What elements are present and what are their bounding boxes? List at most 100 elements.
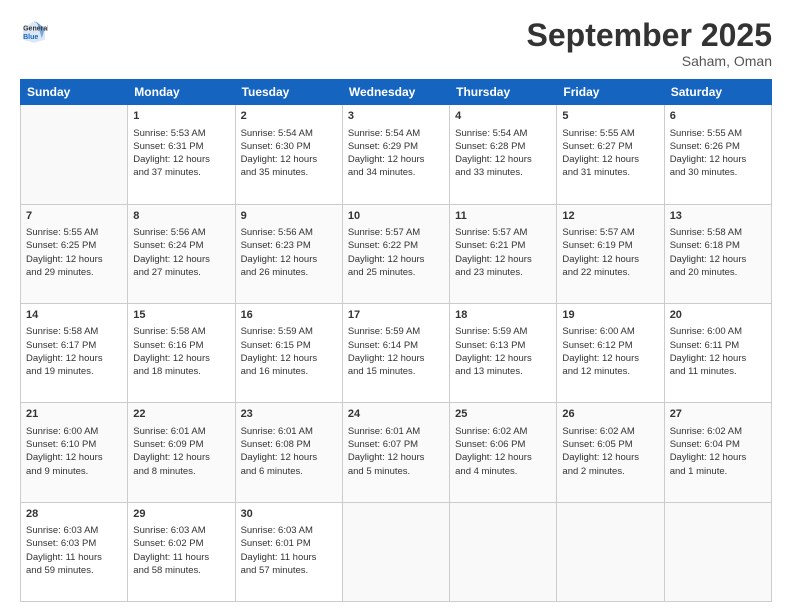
day-info: and 22 minutes. — [562, 266, 658, 279]
day-info: Sunset: 6:30 PM — [241, 140, 337, 153]
calendar-cell: 23Sunrise: 6:01 AMSunset: 6:08 PMDayligh… — [235, 403, 342, 502]
calendar-cell: 30Sunrise: 6:03 AMSunset: 6:01 PMDayligh… — [235, 502, 342, 601]
day-info: and 30 minutes. — [670, 166, 766, 179]
day-number: 20 — [670, 308, 766, 323]
day-info: Sunrise: 6:02 AM — [562, 425, 658, 438]
day-info: Daylight: 12 hours — [241, 153, 337, 166]
day-number: 19 — [562, 308, 658, 323]
day-info: Sunrise: 6:00 AM — [26, 425, 122, 438]
day-info: Daylight: 12 hours — [241, 451, 337, 464]
month-title: September 2025 — [527, 18, 772, 53]
day-number: 10 — [348, 209, 444, 224]
day-info: Sunrise: 5:59 AM — [348, 325, 444, 338]
day-info: and 1 minute. — [670, 465, 766, 478]
day-info: Daylight: 12 hours — [670, 451, 766, 464]
day-number: 23 — [241, 407, 337, 422]
day-number: 13 — [670, 209, 766, 224]
day-number: 9 — [241, 209, 337, 224]
day-info: Daylight: 12 hours — [241, 253, 337, 266]
day-info: Sunrise: 5:53 AM — [133, 127, 229, 140]
day-info: Sunset: 6:06 PM — [455, 438, 551, 451]
day-info: Sunset: 6:22 PM — [348, 239, 444, 252]
col-friday: Friday — [557, 80, 664, 105]
calendar-cell: 28Sunrise: 6:03 AMSunset: 6:03 PMDayligh… — [21, 502, 128, 601]
calendar-week-4: 21Sunrise: 6:00 AMSunset: 6:10 PMDayligh… — [21, 403, 772, 502]
day-info: and 35 minutes. — [241, 166, 337, 179]
day-info: and 2 minutes. — [562, 465, 658, 478]
calendar-cell: 29Sunrise: 6:03 AMSunset: 6:02 PMDayligh… — [128, 502, 235, 601]
day-info: Sunrise: 6:03 AM — [26, 524, 122, 537]
day-info: Sunset: 6:05 PM — [562, 438, 658, 451]
calendar-cell: 1Sunrise: 5:53 AMSunset: 6:31 PMDaylight… — [128, 105, 235, 204]
day-info: and 12 minutes. — [562, 365, 658, 378]
day-info: Daylight: 12 hours — [562, 253, 658, 266]
day-info: Daylight: 12 hours — [562, 153, 658, 166]
day-info: and 27 minutes. — [133, 266, 229, 279]
day-info: Daylight: 12 hours — [133, 153, 229, 166]
calendar-cell: 7Sunrise: 5:55 AMSunset: 6:25 PMDaylight… — [21, 204, 128, 303]
day-info: Sunrise: 5:57 AM — [455, 226, 551, 239]
calendar-cell: 4Sunrise: 5:54 AMSunset: 6:28 PMDaylight… — [450, 105, 557, 204]
day-number: 29 — [133, 507, 229, 522]
calendar-cell — [450, 502, 557, 601]
day-info: and 4 minutes. — [455, 465, 551, 478]
col-tuesday: Tuesday — [235, 80, 342, 105]
day-info: Daylight: 12 hours — [562, 451, 658, 464]
day-info: Daylight: 12 hours — [455, 153, 551, 166]
day-info: Daylight: 12 hours — [670, 153, 766, 166]
day-info: Daylight: 12 hours — [348, 352, 444, 365]
day-info: Sunset: 6:27 PM — [562, 140, 658, 153]
day-info: Sunset: 6:10 PM — [26, 438, 122, 451]
logo-icon: General Blue — [20, 18, 48, 46]
calendar-cell: 13Sunrise: 5:58 AMSunset: 6:18 PMDayligh… — [664, 204, 771, 303]
day-info: and 26 minutes. — [241, 266, 337, 279]
day-info: Sunrise: 6:01 AM — [241, 425, 337, 438]
day-info: Daylight: 12 hours — [562, 352, 658, 365]
day-info: and 57 minutes. — [241, 564, 337, 577]
day-info: Sunset: 6:31 PM — [133, 140, 229, 153]
day-info: Sunset: 6:01 PM — [241, 537, 337, 550]
day-info: Sunset: 6:03 PM — [26, 537, 122, 550]
day-info: Sunset: 6:29 PM — [348, 140, 444, 153]
calendar-week-1: 1Sunrise: 5:53 AMSunset: 6:31 PMDaylight… — [21, 105, 772, 204]
day-info: Daylight: 12 hours — [26, 352, 122, 365]
day-info: Sunrise: 6:02 AM — [455, 425, 551, 438]
day-info: Sunrise: 5:55 AM — [26, 226, 122, 239]
day-info: Sunrise: 6:03 AM — [241, 524, 337, 537]
header: General Blue September 2025 Saham, Oman — [20, 18, 772, 69]
day-info: Daylight: 12 hours — [670, 352, 766, 365]
day-number: 26 — [562, 407, 658, 422]
day-info: and 8 minutes. — [133, 465, 229, 478]
day-number: 30 — [241, 507, 337, 522]
calendar-cell: 22Sunrise: 6:01 AMSunset: 6:09 PMDayligh… — [128, 403, 235, 502]
day-info: Daylight: 12 hours — [348, 451, 444, 464]
day-info: and 58 minutes. — [133, 564, 229, 577]
day-number: 22 — [133, 407, 229, 422]
day-info: Daylight: 11 hours — [133, 551, 229, 564]
calendar-cell: 19Sunrise: 6:00 AMSunset: 6:12 PMDayligh… — [557, 303, 664, 402]
calendar-cell — [21, 105, 128, 204]
day-info: Sunset: 6:12 PM — [562, 339, 658, 352]
title-block: September 2025 Saham, Oman — [527, 18, 772, 69]
day-info: Sunset: 6:21 PM — [455, 239, 551, 252]
day-number: 15 — [133, 308, 229, 323]
day-info: and 6 minutes. — [241, 465, 337, 478]
calendar-cell: 14Sunrise: 5:58 AMSunset: 6:17 PMDayligh… — [21, 303, 128, 402]
header-row: Sunday Monday Tuesday Wednesday Thursday… — [21, 80, 772, 105]
day-info: Sunset: 6:17 PM — [26, 339, 122, 352]
day-info: Daylight: 12 hours — [670, 253, 766, 266]
day-info: and 13 minutes. — [455, 365, 551, 378]
day-info: Sunset: 6:28 PM — [455, 140, 551, 153]
day-info: Daylight: 12 hours — [241, 352, 337, 365]
day-info: Sunrise: 6:02 AM — [670, 425, 766, 438]
day-number: 28 — [26, 507, 122, 522]
day-info: Sunset: 6:18 PM — [670, 239, 766, 252]
calendar-cell: 24Sunrise: 6:01 AMSunset: 6:07 PMDayligh… — [342, 403, 449, 502]
logo: General Blue — [20, 18, 48, 46]
day-info: and 25 minutes. — [348, 266, 444, 279]
day-info: Sunset: 6:24 PM — [133, 239, 229, 252]
day-info: Sunrise: 6:01 AM — [133, 425, 229, 438]
calendar-cell — [342, 502, 449, 601]
day-number: 24 — [348, 407, 444, 422]
day-info: and 19 minutes. — [26, 365, 122, 378]
